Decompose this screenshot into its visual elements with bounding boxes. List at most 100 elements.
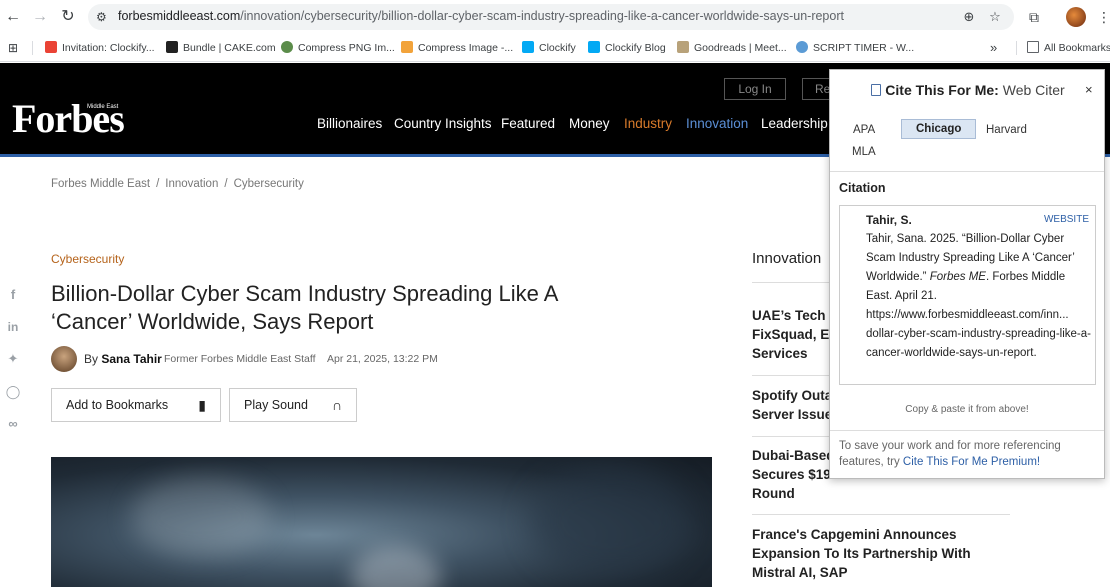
breadcrumb: Forbes Middle East / Innovation / Cybersecur… — [51, 178, 304, 190]
forward-arrow-icon[interactable]: → — [29, 6, 51, 28]
nav-featured[interactable]: Featured — [501, 116, 555, 131]
citation-box[interactable]: Tahir, S. WEBSITE Tahir, Sana. 2025. “Bi… — [839, 205, 1096, 385]
nav-money[interactable]: Money — [569, 116, 610, 131]
style-option-chicago[interactable]: Chicago — [901, 119, 977, 139]
site-settings-icon[interactable]: ⚙ — [96, 9, 112, 25]
sidebar-divider — [752, 514, 1010, 515]
bookmarks-divider — [32, 41, 33, 55]
bookmarks-divider — [1016, 41, 1017, 55]
bookmark-item[interactable]: Compress Image -... — [401, 40, 513, 56]
citation-publication: Forbes ME — [929, 271, 986, 283]
author-byline: By Sana Tahir — [84, 352, 162, 366]
cake-icon — [166, 41, 178, 53]
linkedin-icon[interactable]: in — [4, 318, 22, 336]
folder-icon — [1027, 41, 1039, 53]
bookmark-item[interactable]: Clockify Blog — [588, 40, 666, 56]
whatsapp-icon[interactable]: ◯ — [4, 383, 22, 401]
breadcrumb-item[interactable]: Cybersecurity — [234, 178, 304, 190]
publish-date: Apr 21, 2025, 13:22 PM — [327, 353, 438, 365]
bookmark-icon: ▮ — [198, 397, 206, 413]
browser-toolbar: ← → ↻ ⚙ forbesmiddleeast.com/innovation/… — [0, 0, 1110, 34]
add-to-bookmarks-button[interactable]: Add to Bookmarks ▮ — [51, 388, 221, 422]
all-bookmarks-label: All Bookmarks — [1044, 42, 1110, 54]
bookmark-label: Invitation: Clockify... — [62, 42, 155, 54]
bookmark-label: Clockify Blog — [605, 42, 666, 54]
bookmark-item[interactable]: Compress PNG Im... — [281, 40, 395, 56]
bookmark-item[interactable]: Clockify — [522, 40, 576, 56]
citation-label: Citation — [839, 181, 886, 195]
play-sound-button[interactable]: Play Sound ∩ — [229, 388, 357, 422]
author-avatar[interactable] — [51, 346, 77, 372]
nav-industry[interactable]: Industry — [624, 116, 672, 131]
link-icon[interactable]: ∞ — [4, 415, 22, 433]
bookmark-star-icon[interactable]: ☆ — [986, 8, 1004, 26]
citation-text-part: . Forbes Middle East. April 21. https://… — [866, 271, 1091, 359]
url-text[interactable]: forbesmiddleeast.com/innovation/cybersec… — [118, 9, 844, 23]
cite-divider — [830, 171, 1104, 172]
citation-author: Tahir, S. — [866, 213, 912, 227]
author-row: By Sana Tahir Former Forbes Middle East … — [51, 346, 471, 374]
address-bar[interactable]: ⚙ forbesmiddleeast.com/innovation/cybers… — [88, 4, 1014, 30]
author-role: Former Forbes Middle East Staff — [164, 353, 316, 365]
back-arrow-icon[interactable]: ← — [2, 6, 24, 28]
compress-icon — [401, 41, 413, 53]
nav-innovation[interactable]: Innovation — [686, 116, 748, 131]
extensions-puzzle-icon[interactable]: ⧉ — [1024, 7, 1044, 27]
bookmark-label: Clockify — [539, 42, 576, 54]
all-bookmarks-button[interactable]: All Bookmarks — [1027, 40, 1110, 56]
clockify-icon — [588, 41, 600, 53]
nav-leadership[interactable]: Leadership — [761, 116, 828, 131]
article-category[interactable]: Cybersecurity — [51, 252, 124, 266]
apps-grid-icon[interactable]: ⊞ — [8, 40, 18, 56]
hero-image-detail — [131, 477, 271, 557]
facebook-icon[interactable]: f — [4, 286, 22, 304]
style-option-harvard[interactable]: Harvard — [986, 124, 1027, 136]
clockify-icon — [522, 41, 534, 53]
premium-link[interactable]: Cite This For Me Premium! — [903, 456, 1040, 468]
author-name[interactable]: Sana Tahir — [101, 352, 161, 366]
style-option-apa[interactable]: APA — [853, 124, 875, 136]
citation-type-badge: WEBSITE — [1043, 214, 1089, 225]
breadcrumb-separator: / — [156, 178, 160, 190]
bookmark-label: Bundle | CAKE.com — [183, 42, 276, 54]
zoom-icon[interactable]: ⊕ — [960, 8, 978, 26]
url-path: /innovation/cybersecurity/billion-dollar… — [240, 9, 844, 23]
nav-country-insights[interactable]: Country Insights — [394, 116, 492, 131]
bookmark-item[interactable]: Bundle | CAKE.com — [166, 40, 276, 56]
bookmark-item[interactable]: Invitation: Clockify... — [45, 40, 155, 56]
by-label: By — [84, 352, 99, 366]
citation-text: Tahir, Sana. 2025. “Billion-Dollar Cyber… — [866, 230, 1092, 363]
url-host: forbesmiddleeast.com — [118, 9, 241, 23]
premium-promo: To save your work and for more referenci… — [839, 438, 1101, 470]
bookmark-label: Compress Image -... — [418, 42, 514, 54]
breadcrumb-item[interactable]: Innovation — [165, 178, 218, 190]
article-headline: Billion-Dollar Cyber Scam Industry Sprea… — [51, 281, 558, 334]
bookmark-label: Goodreads | Meet... — [694, 42, 787, 54]
breadcrumb-separator: / — [224, 178, 228, 190]
reload-icon[interactable]: ↻ — [57, 6, 79, 28]
style-option-mla[interactable]: MLA — [852, 146, 876, 158]
book-icon — [871, 84, 882, 96]
menu-kebab-icon[interactable]: ⋮ — [1094, 7, 1110, 27]
close-icon[interactable]: × — [1085, 82, 1093, 97]
hero-image-detail — [351, 547, 441, 587]
gmail-icon — [45, 41, 57, 53]
logo-subtitle: Middle East — [87, 104, 119, 110]
play-sound-label: Play Sound — [244, 398, 308, 412]
bookmark-label: Compress PNG Im... — [298, 42, 395, 54]
bookmark-item[interactable]: Goodreads | Meet... — [677, 40, 787, 56]
bookmark-item[interactable]: SCRIPT TIMER - W... — [796, 40, 914, 56]
sidebar-article[interactable]: France's Capgemini Announces Expansion T… — [752, 525, 1012, 582]
login-button[interactable]: Log In — [724, 78, 786, 100]
breadcrumb-item[interactable]: Forbes Middle East — [51, 178, 150, 190]
more-bookmarks-button[interactable]: » — [990, 40, 997, 56]
cite-brand: Cite This For Me: — [885, 82, 999, 98]
twitter-icon[interactable]: ✦ — [4, 350, 22, 368]
nav-billionaires[interactable]: Billionaires — [317, 116, 382, 131]
headphones-icon: ∩ — [331, 397, 342, 413]
profile-avatar[interactable] — [1066, 7, 1086, 27]
bookmark-label: SCRIPT TIMER - W... — [813, 42, 915, 54]
hero-image — [51, 457, 712, 587]
copy-hint: Copy & paste it from above! — [905, 404, 1029, 415]
sidebar-title: Innovation — [752, 250, 822, 267]
